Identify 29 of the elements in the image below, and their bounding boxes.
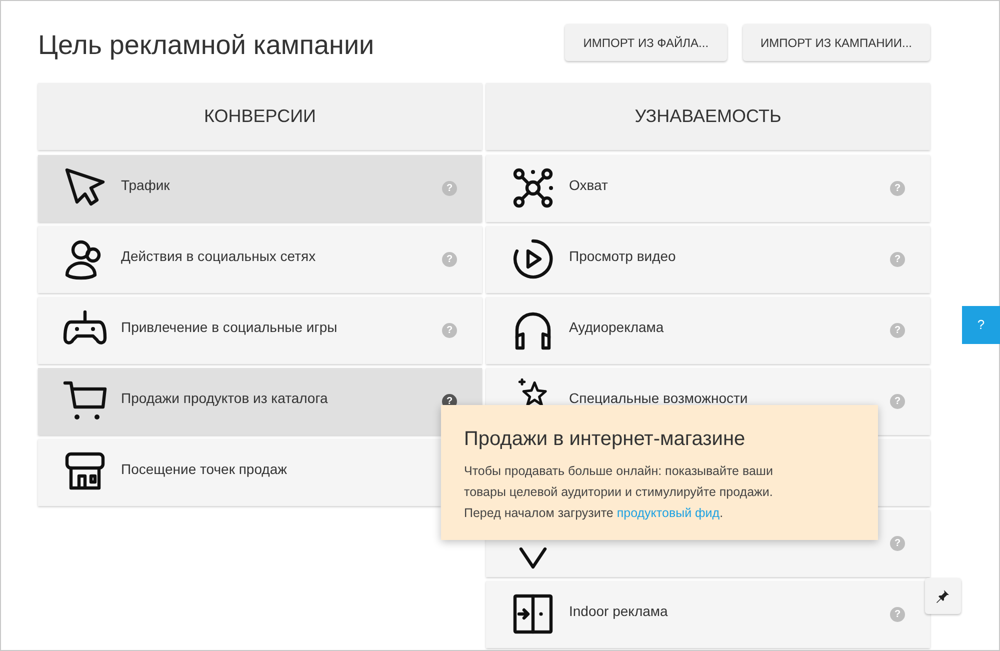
goal-card[interactable]: Охват ? <box>486 154 930 222</box>
play-icon <box>511 237 555 281</box>
goal-label: Действия в социальных сетях <box>121 249 317 263</box>
goal-card[interactable]: Просмотр видео ? <box>486 226 930 292</box>
goal-card[interactable]: Трафик ? <box>38 154 482 222</box>
goal-label: Трафик <box>121 178 171 192</box>
goal-card[interactable]: Привлечение в социальные игры ? <box>38 296 482 364</box>
column-header: КОНВЕРСИИ <box>38 82 482 150</box>
goal-card[interactable]: Indoor реклама ? <box>486 580 930 648</box>
network-icon <box>511 166 555 210</box>
goal-label: Привлечение в социальные игры <box>121 320 338 334</box>
goal-label: Посещение точек продаж <box>121 462 288 476</box>
goal-label: Специальные возможности <box>569 391 749 405</box>
import-button[interactable]: ИМПОРТ ИЗ ФАЙЛА... <box>565 24 727 61</box>
column-header: УЗНАВАЕМОСТЬ <box>486 82 930 150</box>
pin-button[interactable] <box>925 578 961 614</box>
goal-card[interactable]: Действия в социальных сетях ? <box>38 226 482 292</box>
goal-label: Охват <box>569 178 609 192</box>
goal-card[interactable]: Аудиореклама ? <box>486 296 930 364</box>
goal-label: Аудиореклама <box>569 320 665 334</box>
stars-icon <box>518 378 548 406</box>
goal-label: Продажи продуктов из каталога <box>121 391 329 405</box>
door-icon <box>511 592 555 636</box>
pin-icon <box>936 589 950 603</box>
import-button[interactable]: ИМПОРТ ИЗ КАМПАНИИ... <box>742 24 930 61</box>
goal-label: Просмотр видео <box>569 249 677 263</box>
page-title: Цель рекламной кампании <box>38 29 374 62</box>
goal-label: Indoor реклама <box>569 604 669 618</box>
goal-card[interactable]: Посещение точек продаж <box>38 438 441 506</box>
